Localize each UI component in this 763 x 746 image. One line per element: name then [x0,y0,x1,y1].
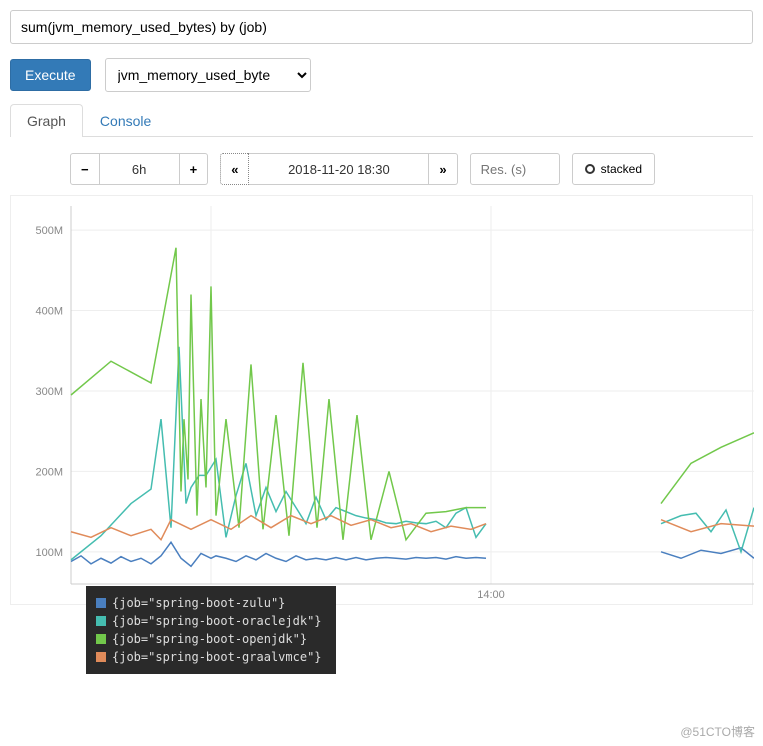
legend-item-zulu[interactable]: {job="spring-boot-zulu"} [96,594,322,612]
svg-text:100M: 100M [35,547,63,559]
stacked-label: stacked [601,162,642,176]
legend-item-graalvmce[interactable]: {job="spring-boot-graalvmce"} [96,648,322,666]
tab-console[interactable]: Console [83,104,168,137]
svg-text:14:00: 14:00 [477,589,505,601]
stacked-toggle[interactable]: stacked [572,153,655,185]
watermark: @51CTO博客 [680,723,755,740]
legend-swatch [96,652,106,662]
range-minus-button[interactable]: − [70,153,100,185]
chart: 100M200M300M400M500M13:0014:00 {job="spr… [10,195,753,605]
tabs: Graph Console [10,104,753,137]
legend-label: {job="spring-boot-graalvmce"} [112,648,322,666]
range-value[interactable]: 6h [100,153,180,185]
legend: {job="spring-boot-zulu"}{job="spring-boo… [86,586,336,674]
legend-label: {job="spring-boot-oraclejdk"} [112,612,322,630]
svg-text:200M: 200M [35,466,63,478]
svg-text:500M: 500M [35,225,63,237]
svg-text:300M: 300M [35,386,63,398]
metric-selector[interactable]: jvm_memory_used_byte [105,58,311,92]
legend-label: {job="spring-boot-openjdk"} [112,630,307,648]
legend-item-oraclejdk[interactable]: {job="spring-boot-oraclejdk"} [96,612,322,630]
svg-text:400M: 400M [35,306,63,318]
unchecked-icon [585,164,595,174]
legend-label: {job="spring-boot-zulu"} [112,594,285,612]
time-prev-button[interactable]: « [220,153,249,185]
resolution-input[interactable] [470,153,560,185]
query-input[interactable] [10,10,753,44]
range-plus-button[interactable]: + [180,153,209,185]
range-controls: − 6h + « 2018-11-20 18:30 » stacked [70,153,753,185]
execute-button[interactable]: Execute [10,59,91,91]
legend-item-openjdk[interactable]: {job="spring-boot-openjdk"} [96,630,322,648]
time-display[interactable]: 2018-11-20 18:30 [249,153,429,185]
time-next-button[interactable]: » [429,153,457,185]
tab-graph[interactable]: Graph [10,104,83,137]
legend-swatch [96,598,106,608]
legend-swatch [96,616,106,626]
legend-swatch [96,634,106,644]
